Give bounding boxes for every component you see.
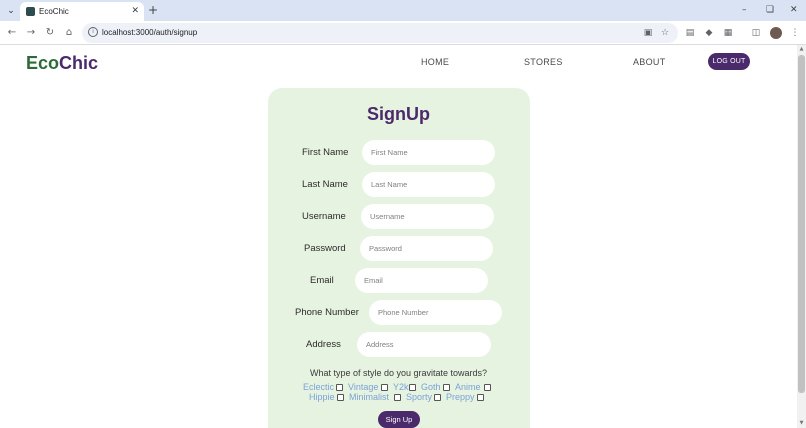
browser-menu-icon[interactable]: ⋮ [789, 27, 801, 39]
browser-toolbar: ← → ↻ ⌂ i localhost:3000/auth/signup ▣ ☆… [0, 21, 806, 45]
goth-checkbox[interactable] [443, 384, 450, 391]
address-bar[interactable]: i localhost:3000/auth/signup ▣ ☆ [82, 23, 678, 43]
new-tab-icon[interactable]: + [148, 3, 158, 17]
page-scrollbar[interactable]: ▲ ▼ [797, 45, 806, 428]
scroll-up-icon[interactable]: ▲ [798, 46, 805, 53]
password-input[interactable] [360, 236, 493, 261]
extensions-puzzle-icon[interactable]: ▦ [722, 27, 734, 39]
minimalist-checkbox[interactable] [394, 394, 401, 401]
install-app-icon[interactable]: ▣ [642, 27, 654, 39]
style-option-label: Minimalist [349, 392, 390, 402]
tab-search-icon[interactable]: ⌄ [4, 4, 18, 18]
username-label: Username [302, 211, 346, 222]
nav-stores-link[interactable]: STORES [524, 56, 563, 68]
brand-chic: Chic [59, 53, 99, 73]
preppy-checkbox[interactable] [477, 394, 484, 401]
browser-tab-bar: ⌄ EcoChic ✕ + – ❏ ✕ [0, 0, 806, 21]
password-label: Password [304, 243, 346, 254]
page-viewport: EcoChic HOME STORES ABOUT LOG OUT SignUp… [0, 45, 797, 428]
site-info-icon[interactable]: i [88, 27, 98, 37]
profile-avatar[interactable] [770, 27, 782, 39]
eclectic-checkbox[interactable] [336, 384, 343, 391]
last-name-input[interactable] [362, 172, 495, 197]
back-icon[interactable]: ← [5, 26, 19, 40]
scrollbar-thumb[interactable] [798, 55, 805, 393]
hippie-checkbox[interactable] [337, 394, 344, 401]
phone-number-label: Phone Number [295, 307, 359, 318]
nav-about-link[interactable]: ABOUT [633, 56, 666, 68]
email-label: Email [310, 275, 334, 286]
address-url[interactable]: localhost:3000/auth/signup [102, 26, 197, 40]
signup-button[interactable]: Sign Up [378, 411, 420, 428]
address-label: Address [306, 339, 341, 350]
brand-logo[interactable]: EcoChic [26, 52, 98, 74]
signup-title: SignUp [367, 104, 430, 124]
username-input[interactable] [361, 204, 494, 229]
y2k-checkbox[interactable] [409, 384, 416, 391]
close-window-icon[interactable]: ✕ [790, 3, 798, 17]
logout-button[interactable]: LOG OUT [708, 53, 750, 70]
style-option-label: Preppy [446, 392, 475, 402]
bookmark-star-icon[interactable]: ☆ [659, 27, 671, 39]
email-input[interactable] [355, 268, 488, 293]
brand-eco: Eco [26, 53, 60, 73]
nav-home-link[interactable]: HOME [421, 56, 449, 68]
reload-icon[interactable]: ↻ [43, 26, 57, 40]
scroll-down-icon[interactable]: ▼ [798, 420, 805, 427]
first-name-label: First Name [302, 147, 349, 158]
style-option-label: Hippie [309, 392, 335, 402]
style-option-label: Sporty [406, 392, 433, 402]
anime-checkbox[interactable] [484, 384, 491, 391]
style-question: What type of style do you gravitate towa… [309, 368, 488, 378]
restore-icon[interactable]: ❏ [766, 3, 774, 17]
last-name-label: Last Name [302, 179, 348, 190]
forward-icon[interactable]: → [24, 26, 38, 40]
home-icon[interactable]: ⌂ [62, 26, 76, 40]
tab-title: EcoChic [39, 7, 69, 16]
side-panel-icon[interactable]: ◫ [750, 27, 762, 39]
reading-list-icon[interactable]: ▤ [684, 27, 696, 39]
browser-tab[interactable]: EcoChic ✕ [20, 2, 144, 21]
vintage-checkbox[interactable] [381, 384, 388, 391]
first-name-input[interactable] [362, 140, 495, 165]
tab-close-icon[interactable]: ✕ [131, 5, 139, 18]
minimize-icon[interactable]: – [742, 3, 747, 17]
extension-tag-icon[interactable]: ◆ [703, 27, 715, 39]
sporty-checkbox[interactable] [434, 394, 441, 401]
phone-number-input[interactable] [369, 300, 502, 325]
address-input[interactable] [357, 332, 491, 357]
favicon-icon [26, 7, 35, 16]
